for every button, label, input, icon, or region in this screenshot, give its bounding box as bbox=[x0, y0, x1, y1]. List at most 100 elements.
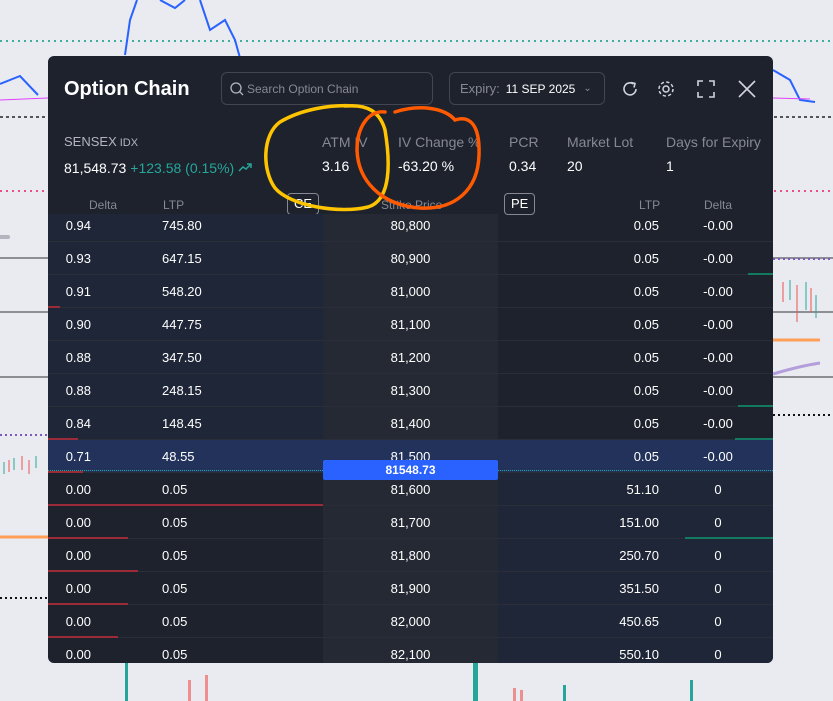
chevron-down-icon: ⌄ bbox=[583, 83, 592, 94]
table-row[interactable]: 0.93 647.15 80,900 0.05 -0.00 bbox=[48, 242, 773, 275]
strike-cell: 81,300 bbox=[390, 383, 431, 398]
strike-cell: 80,900 bbox=[390, 251, 431, 266]
market-lot-stat: Market Lot 20 bbox=[567, 134, 633, 174]
pe-delta-cell: -0.00 bbox=[703, 383, 733, 398]
market-lot-value: 20 bbox=[567, 158, 583, 174]
search-input[interactable] bbox=[247, 81, 427, 96]
ce-delta-cell: 0.00 bbox=[65, 614, 91, 629]
ce-ltp-cell: 0.05 bbox=[162, 515, 188, 530]
dialog-header: Option Chain Expiry: 11 SEP 2025 ⌄ bbox=[48, 56, 773, 122]
ce-delta-cell: 0.00 bbox=[65, 515, 91, 530]
pe-delta-cell: 0 bbox=[714, 515, 722, 530]
strike-cell: 81,200 bbox=[390, 350, 431, 365]
table-row[interactable]: 0.84 148.45 81,400 0.05 -0.00 bbox=[48, 407, 773, 440]
expiry-label: Expiry: bbox=[460, 81, 500, 96]
trend-up-icon bbox=[238, 163, 252, 172]
pe-delta-cell: -0.00 bbox=[703, 317, 733, 332]
pe-ltp-cell: 250.70 bbox=[619, 548, 659, 563]
gear-icon[interactable] bbox=[655, 78, 677, 100]
table-row[interactable]: 0.88 347.50 81,200 0.05 -0.00 bbox=[48, 341, 773, 374]
strike-cell: 81,700 bbox=[390, 515, 431, 530]
iv-change-value: -63.20 % bbox=[398, 158, 455, 174]
ce-delta-cell: 0.00 bbox=[65, 647, 91, 662]
strike-cell: 82,100 bbox=[390, 647, 431, 662]
ce-delta-cell: 0.84 bbox=[65, 416, 91, 431]
table-row[interactable]: 0.00 0.05 81,700 151.00 0 bbox=[48, 506, 773, 539]
ce-ltp-cell: 148.45 bbox=[162, 416, 202, 431]
ce-ltp-cell: 745.80 bbox=[162, 218, 202, 233]
pe-ltp-header: LTP bbox=[639, 198, 661, 212]
table-row[interactable]: 0.00 0.05 81,800 250.70 0 bbox=[48, 539, 773, 572]
close-icon[interactable] bbox=[736, 78, 758, 100]
iv-change-stat: IV Change % -63.20 % bbox=[398, 134, 481, 174]
ce-delta-header: Delta bbox=[89, 198, 118, 212]
table-row[interactable]: 0.00 0.05 81,900 351.50 0 bbox=[48, 572, 773, 605]
ce-delta-cell: 0.71 bbox=[65, 449, 91, 464]
expiry-select[interactable]: Expiry: 11 SEP 2025 ⌄ bbox=[449, 72, 605, 105]
strike-cell: 81,000 bbox=[390, 284, 431, 299]
ce-delta-cell: 0.91 bbox=[65, 284, 91, 299]
strike-cell: 81,100 bbox=[390, 317, 431, 332]
dialog-title: Option Chain bbox=[64, 78, 190, 100]
pe-delta-cell: 0 bbox=[714, 614, 722, 629]
option-chain-table: 0.94 745.80 80,800 0.05 -0.00 0.93 647.15 80,90… bbox=[48, 214, 773, 663]
pcr-value: 0.34 bbox=[509, 158, 537, 174]
refresh-icon[interactable] bbox=[619, 78, 641, 100]
strike-cell: 81,900 bbox=[390, 581, 431, 596]
table-row[interactable]: 0.00 0.05 82,100 550.10 0 bbox=[48, 638, 773, 663]
pcr-stat: PCR 0.34 bbox=[509, 134, 539, 174]
ce-delta-cell: 0.88 bbox=[65, 383, 91, 398]
ce-ltp-cell: 0.05 bbox=[162, 581, 188, 596]
symbol-name: SENSEX IDX bbox=[64, 134, 138, 149]
pe-ltp-cell: 0.05 bbox=[633, 449, 659, 464]
ce-delta-cell: 0.88 bbox=[65, 350, 91, 365]
strike-cell: 81,600 bbox=[390, 482, 431, 497]
ce-ltp-cell: 0.05 bbox=[162, 482, 188, 497]
underlying-change: +123.58 (0.15%) bbox=[130, 160, 235, 176]
pe-delta-cell: 0 bbox=[714, 482, 722, 497]
ce-delta-cell: 0.00 bbox=[65, 482, 91, 497]
atm-iv-label: ATM IV bbox=[322, 134, 368, 150]
ce-ltp-cell: 0.05 bbox=[162, 614, 188, 629]
search-box[interactable] bbox=[221, 72, 433, 105]
pe-badge: PE bbox=[504, 193, 536, 215]
ce-ltp-cell: 347.50 bbox=[162, 350, 202, 365]
pe-delta-cell: -0.00 bbox=[703, 449, 733, 464]
pe-ltp-cell: 151.00 bbox=[619, 515, 659, 530]
ce-ltp-cell: 0.05 bbox=[162, 548, 188, 563]
spot-price-marker: 81548.73 bbox=[323, 460, 498, 480]
symbol-type: IDX bbox=[119, 137, 139, 149]
table-row[interactable]: 0.94 745.80 80,800 0.05 -0.00 bbox=[48, 214, 773, 242]
table-row[interactable]: 0.88 248.15 81,300 0.05 -0.00 bbox=[48, 374, 773, 407]
ce-ltp-cell: 647.15 bbox=[162, 251, 202, 266]
strike-cell: 81,400 bbox=[390, 416, 431, 431]
pe-ltp-cell: 0.05 bbox=[633, 251, 659, 266]
pe-ltp-cell: 51.10 bbox=[626, 482, 659, 497]
pe-delta-cell: 0 bbox=[714, 581, 722, 596]
ce-delta-cell: 0.90 bbox=[65, 317, 91, 332]
pe-delta-cell: -0.00 bbox=[703, 416, 733, 431]
days-expiry-label: Days for Expiry bbox=[666, 134, 761, 150]
days-expiry-stat: Days for Expiry 1 bbox=[666, 134, 761, 174]
pcr-label: PCR bbox=[509, 134, 539, 150]
strike-cell: 80,800 bbox=[390, 218, 431, 233]
iv-change-label: IV Change % bbox=[398, 134, 481, 150]
pe-ltp-cell: 550.10 bbox=[619, 647, 659, 662]
pe-delta-cell: 0 bbox=[714, 647, 722, 662]
table-row[interactable]: 0.91 548.20 81,000 0.05 -0.00 bbox=[48, 275, 773, 308]
price-row: 81,548.73 +123.58 (0.15%) bbox=[64, 160, 252, 176]
underlying-ltp: 81,548.73 bbox=[64, 160, 127, 176]
fullscreen-icon[interactable] bbox=[695, 78, 717, 100]
expiry-value: 11 SEP 2025 bbox=[505, 81, 576, 96]
pe-delta-cell: -0.00 bbox=[703, 350, 733, 365]
summary-bar: SENSEX IDX 81,548.73 +123.58 (0.15%) ATM I… bbox=[48, 122, 773, 188]
ce-delta-cell: 0.00 bbox=[65, 581, 91, 596]
ce-ltp-header: LTP bbox=[163, 198, 185, 212]
option-chain-dialog: Option Chain Expiry: 11 SEP 2025 ⌄ SE bbox=[48, 56, 773, 663]
table-row[interactable]: 0.90 447.75 81,100 0.05 -0.00 bbox=[48, 308, 773, 341]
ce-ltp-cell: 48.55 bbox=[162, 449, 195, 464]
ce-delta-cell: 0.00 bbox=[65, 548, 91, 563]
strike-cell: 81,800 bbox=[390, 548, 431, 563]
table-row[interactable]: 0.00 0.05 82,000 450.65 0 bbox=[48, 605, 773, 638]
ce-badge: CE bbox=[287, 193, 320, 215]
